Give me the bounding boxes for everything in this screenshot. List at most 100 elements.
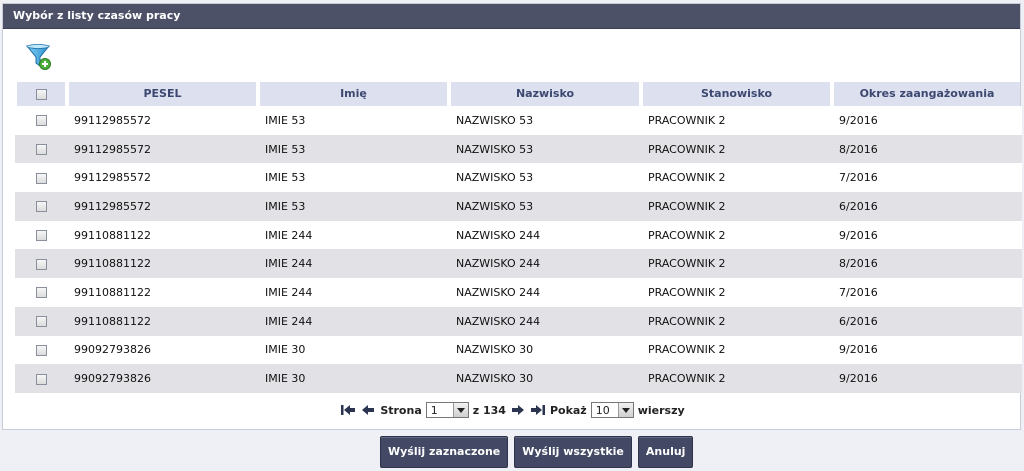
cell-pesel: 99110881122 — [67, 306, 258, 336]
panel-title: Wybór z listy czasów pracy — [3, 4, 1020, 29]
table-row: 99110881122 IMIE 244 NAZWISKO 244 PRACOW… — [15, 249, 1022, 279]
cell-last-name: NAZWISKO 53 — [449, 192, 641, 221]
cell-pesel: 99092793826 — [67, 364, 258, 393]
cell-position: PRACOWNIK 2 — [641, 192, 832, 221]
cell-first-name: IMIE 30 — [258, 335, 449, 365]
row-checkbox[interactable] — [35, 258, 47, 270]
column-header-pesel[interactable]: PESEL — [67, 78, 258, 106]
cell-pesel: 99112985572 — [67, 106, 258, 135]
cell-position: PRACOWNIK 2 — [641, 106, 832, 135]
rows-per-page-select[interactable]: 10 — [590, 402, 634, 418]
cell-period: 9/2016 — [832, 364, 1022, 393]
cell-pesel: 99112985572 — [67, 134, 258, 164]
work-time-table: PESEL Imię Nazwisko Stanowisko Okres zaa… — [15, 78, 1022, 393]
cell-last-name: NAZWISKO 244 — [449, 306, 641, 336]
add-filter-icon[interactable] — [25, 42, 53, 72]
page-count-label: z 134 — [472, 403, 506, 417]
cell-pesel: 99110881122 — [67, 278, 258, 307]
previous-page-icon[interactable] — [360, 403, 376, 417]
cell-first-name: IMIE 53 — [258, 192, 449, 221]
cell-position: PRACOWNIK 2 — [641, 306, 832, 336]
show-label: Pokaż — [549, 403, 587, 417]
cell-pesel: 99092793826 — [67, 335, 258, 365]
cell-period: 8/2016 — [832, 134, 1022, 164]
table-row: 99112985572 IMIE 53 NAZWISKO 53 PRACOWNI… — [15, 106, 1022, 135]
cell-period: 9/2016 — [832, 335, 1022, 365]
column-header-position[interactable]: Stanowisko — [641, 78, 832, 106]
page-select[interactable]: 1 — [425, 402, 469, 418]
cell-first-name: IMIE 244 — [258, 249, 449, 279]
cell-last-name: NAZWISKO 244 — [449, 249, 641, 279]
row-checkbox[interactable] — [35, 316, 47, 328]
row-checkbox[interactable] — [35, 344, 47, 356]
row-checkbox[interactable] — [35, 144, 47, 156]
action-buttons: Wyślij zaznaczone Wyślij wszystkie Anulu… — [380, 436, 694, 468]
cell-first-name: IMIE 244 — [258, 220, 449, 250]
row-checkbox[interactable] — [35, 373, 47, 385]
selection-panel: Wybór z listy czasów pracy PESEL Imię Na… — [2, 3, 1022, 430]
cell-position: PRACOWNIK 2 — [641, 163, 832, 193]
cell-period: 9/2016 — [832, 220, 1022, 250]
table-header-row: PESEL Imię Nazwisko Stanowisko Okres zaa… — [15, 78, 1022, 106]
table-row: 99112985572 IMIE 53 NAZWISKO 53 PRACOWNI… — [15, 163, 1022, 193]
cell-last-name: NAZWISKO 244 — [449, 220, 641, 250]
cell-first-name: IMIE 53 — [258, 106, 449, 135]
cell-first-name: IMIE 30 — [258, 364, 449, 393]
pagination-bar: Strona 1 z 134 Pokaż 10 wierszy — [3, 399, 1022, 421]
cell-position: PRACOWNIK 2 — [641, 220, 832, 250]
page-select-value: 1 — [430, 403, 438, 417]
cell-period: 8/2016 — [832, 249, 1022, 279]
rows-per-page-value: 10 — [595, 403, 610, 417]
cell-last-name: NAZWISKO 30 — [449, 335, 641, 365]
row-checkbox[interactable] — [35, 230, 47, 242]
cell-first-name: IMIE 244 — [258, 278, 449, 307]
send-all-button[interactable]: Wyślij wszystkie — [514, 436, 632, 468]
table-row: 99092793826 IMIE 30 NAZWISKO 30 PRACOWNI… — [15, 364, 1022, 393]
next-page-icon[interactable] — [510, 403, 526, 417]
rows-label: wierszy — [637, 403, 685, 417]
cell-first-name: IMIE 244 — [258, 306, 449, 336]
cell-position: PRACOWNIK 2 — [641, 249, 832, 279]
row-checkbox[interactable] — [35, 172, 47, 184]
select-all-checkbox[interactable] — [35, 88, 47, 100]
chevron-down-icon[interactable] — [452, 403, 468, 417]
cell-period: 7/2016 — [832, 163, 1022, 193]
column-header-engagement-period[interactable]: Okres zaangażowania — [832, 78, 1022, 106]
cell-first-name: IMIE 53 — [258, 134, 449, 164]
send-selected-button[interactable]: Wyślij zaznaczone — [380, 436, 509, 468]
table-row: 99110881122 IMIE 244 NAZWISKO 244 PRACOW… — [15, 278, 1022, 307]
cell-pesel: 99110881122 — [67, 220, 258, 250]
cell-first-name: IMIE 53 — [258, 163, 449, 193]
table-row: 99112985572 IMIE 53 NAZWISKO 53 PRACOWNI… — [15, 134, 1022, 164]
cell-period: 6/2016 — [832, 306, 1022, 336]
cell-position: PRACOWNIK 2 — [641, 335, 832, 365]
column-header-last-name[interactable]: Nazwisko — [449, 78, 641, 106]
cell-last-name: NAZWISKO 53 — [449, 106, 641, 135]
table-row: 99112985572 IMIE 53 NAZWISKO 53 PRACOWNI… — [15, 192, 1022, 221]
select-all-header — [15, 78, 67, 106]
cell-position: PRACOWNIK 2 — [641, 134, 832, 164]
last-page-icon[interactable] — [530, 403, 546, 417]
column-header-first-name[interactable]: Imię — [258, 78, 449, 106]
chevron-down-icon[interactable] — [617, 403, 633, 417]
table-row: 99110881122 IMIE 244 NAZWISKO 244 PRACOW… — [15, 306, 1022, 336]
cell-position: PRACOWNIK 2 — [641, 364, 832, 393]
table-row: 99110881122 IMIE 244 NAZWISKO 244 PRACOW… — [15, 220, 1022, 250]
page-label: Strona — [380, 403, 422, 417]
cell-last-name: NAZWISKO 30 — [449, 364, 641, 393]
cell-period: 7/2016 — [832, 278, 1022, 307]
cell-period: 9/2016 — [832, 106, 1022, 135]
first-page-icon[interactable] — [340, 403, 356, 417]
cell-pesel: 99112985572 — [67, 163, 258, 193]
cell-position: PRACOWNIK 2 — [641, 278, 832, 307]
cell-last-name: NAZWISKO 53 — [449, 163, 641, 193]
cell-pesel: 99112985572 — [67, 192, 258, 221]
row-checkbox[interactable] — [35, 201, 47, 213]
table-row: 99092793826 IMIE 30 NAZWISKO 30 PRACOWNI… — [15, 335, 1022, 365]
row-checkbox[interactable] — [35, 287, 47, 299]
cancel-button[interactable]: Anuluj — [637, 436, 694, 468]
cell-pesel: 99110881122 — [67, 249, 258, 279]
cell-last-name: NAZWISKO 53 — [449, 134, 641, 164]
cell-last-name: NAZWISKO 244 — [449, 278, 641, 307]
row-checkbox[interactable] — [35, 115, 47, 127]
